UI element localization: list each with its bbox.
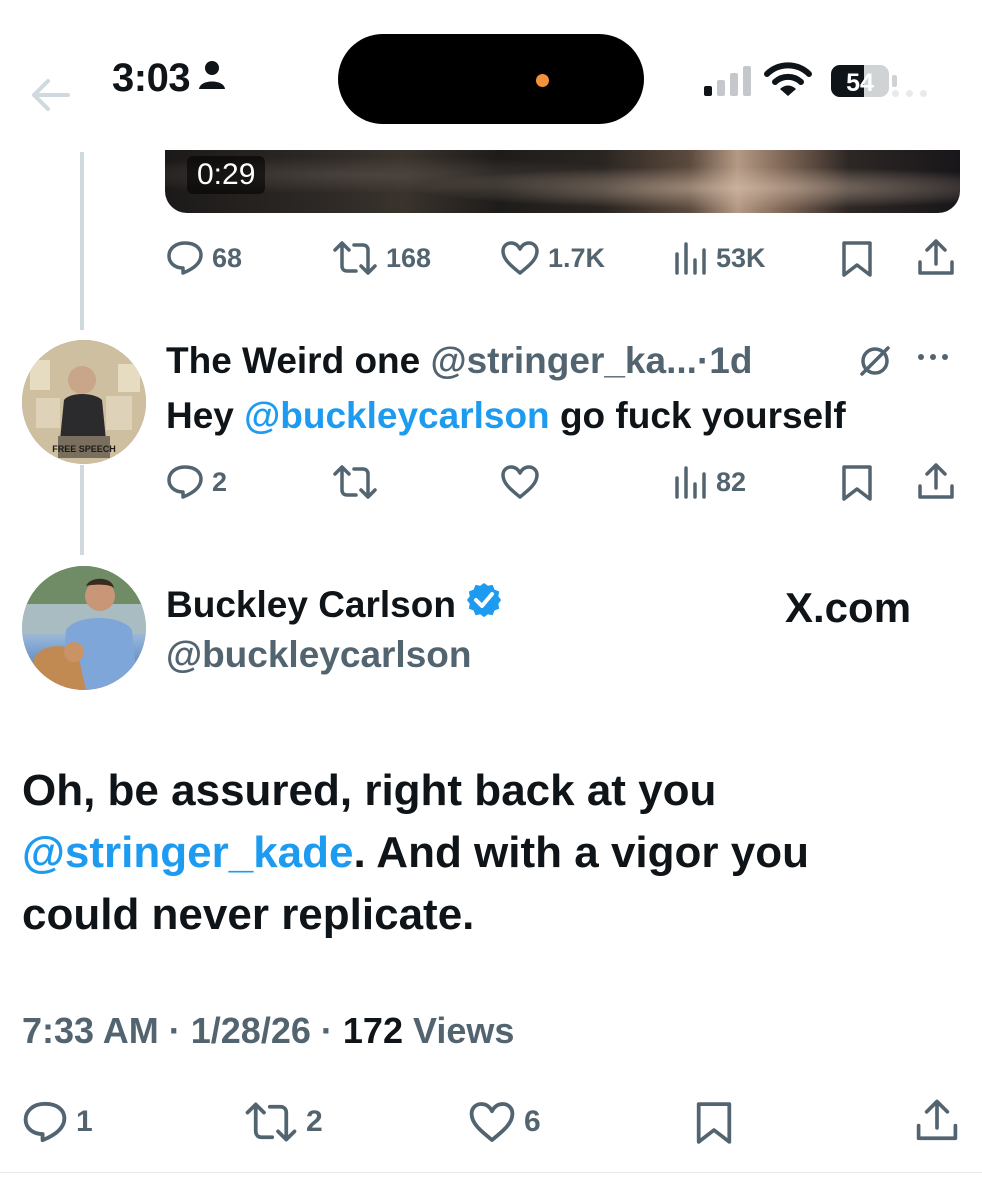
main-handle[interactable]: @buckleycarlson [166,634,472,676]
main-text-line3: could never replicate. [22,890,475,939]
reply-icon [23,1101,67,1143]
like-count: 1.7K [548,242,606,273]
x-com-watermark: X.com [785,584,912,631]
reply-text-before: Hey [166,395,234,436]
reply-icon [167,241,203,275]
share-icon [918,463,954,499]
main-display-name[interactable]: Buckley Carlson [166,584,456,626]
reply-button[interactable]: 1 [22,1100,93,1144]
tweet-date[interactable]: 1/28/26 [191,1010,311,1051]
main-text-line1: Oh, be assured, right back at you [22,766,717,815]
battery-level: 54 [846,69,874,97]
share-button[interactable] [916,462,956,507]
main-header: Buckley Carlson [166,582,502,627]
retweet-button[interactable]: 168 [332,240,431,276]
video-duration: 0:29 [187,156,266,194]
thread-line [80,465,84,555]
analytics-icon [675,242,706,275]
bookmark-icon [842,241,872,277]
battery-icon: 54 [830,63,900,104]
main-mention[interactable]: @stringer_kade [22,828,353,877]
tweet-views-label: Views [413,1010,515,1051]
video-frame [165,150,960,213]
tweet-views-count: 172 [342,1010,403,1051]
person-icon [198,56,226,101]
reply-handle[interactable]: @stringer_ka... [431,340,697,381]
main-tweet-text: Oh, be assured, right back at you @strin… [22,760,952,946]
back-arrow-icon[interactable] [30,78,70,117]
retweet-button[interactable]: 2 [244,1100,323,1144]
view-count: 53K [716,242,766,273]
reply-count: 68 [212,242,243,273]
heart-icon [501,241,539,275]
cellular-signal-icon [703,66,753,101]
reply-age[interactable]: 1d [709,340,752,381]
thread-line [80,152,84,330]
share-icon [918,239,954,275]
reply-button[interactable]: 68 [166,240,242,276]
retweet-icon [333,465,377,499]
share-button[interactable] [914,1098,960,1149]
analytics-icon [675,466,706,499]
privacy-indicator-dot [536,74,549,87]
dynamic-island [338,34,644,124]
avatar-caption: FREE SPEECH [52,444,116,454]
bookmark-icon [842,465,872,501]
view-count: 82 [716,466,747,497]
like-button[interactable]: 6 [468,1100,541,1144]
avatar-image: FREE SPEECH [22,340,146,464]
like-button[interactable]: 1.7K [500,240,605,276]
heart-icon [501,465,539,499]
video-thumbnail[interactable]: 0:29 [165,150,960,213]
reply-text: Hey @buckleycarlson go fuck yourself [166,395,846,437]
like-count: 6 [524,1105,541,1138]
bookmark-icon [696,1102,732,1144]
tweet-time[interactable]: 7:33 AM [22,1010,159,1051]
reply-mention[interactable]: @buckleycarlson [244,395,550,436]
tweet-meta: 7:33 AM · 1/28/26 · 172 Views [22,1010,515,1051]
share-icon [916,1099,958,1141]
reply-count: 2 [212,466,228,497]
retweet-button[interactable] [332,464,378,500]
reply-separator: · [696,340,710,381]
tweet-more-icon[interactable] [918,354,948,360]
avatar[interactable]: FREE SPEECH [22,340,146,464]
divider [0,1172,982,1173]
more-options-icon[interactable] [892,90,927,97]
reply-display-name[interactable]: The Weird one [166,340,420,381]
reply-icon [167,465,203,499]
main-text-line2: . And with a vigor you [353,828,809,877]
views-button[interactable]: 53K [672,240,766,276]
share-button[interactable] [916,238,956,283]
bookmark-button[interactable] [694,1100,734,1151]
retweet-icon [333,241,377,275]
bookmark-button[interactable] [840,240,874,283]
avatar[interactable] [22,566,146,690]
status-time: 3:03 [112,56,226,101]
status-time-text: 3:03 [112,56,191,100]
retweet-icon [245,1102,297,1142]
retweet-count: 2 [306,1105,323,1138]
reply-text-after: go fuck yourself [559,395,846,436]
avatar-image [22,566,146,690]
wifi-icon [764,62,812,103]
verified-badge-icon[interactable] [466,582,502,627]
heart-icon [469,1102,515,1142]
grok-icon[interactable] [858,344,892,383]
bookmark-button[interactable] [840,464,874,507]
reply-count: 1 [76,1105,93,1138]
like-button[interactable] [500,464,540,500]
reply-button[interactable]: 2 [166,464,227,500]
retweet-count: 168 [386,242,432,273]
views-button[interactable]: 82 [672,464,746,500]
reply-header: The Weird one @stringer_ka...·1d [166,340,752,382]
